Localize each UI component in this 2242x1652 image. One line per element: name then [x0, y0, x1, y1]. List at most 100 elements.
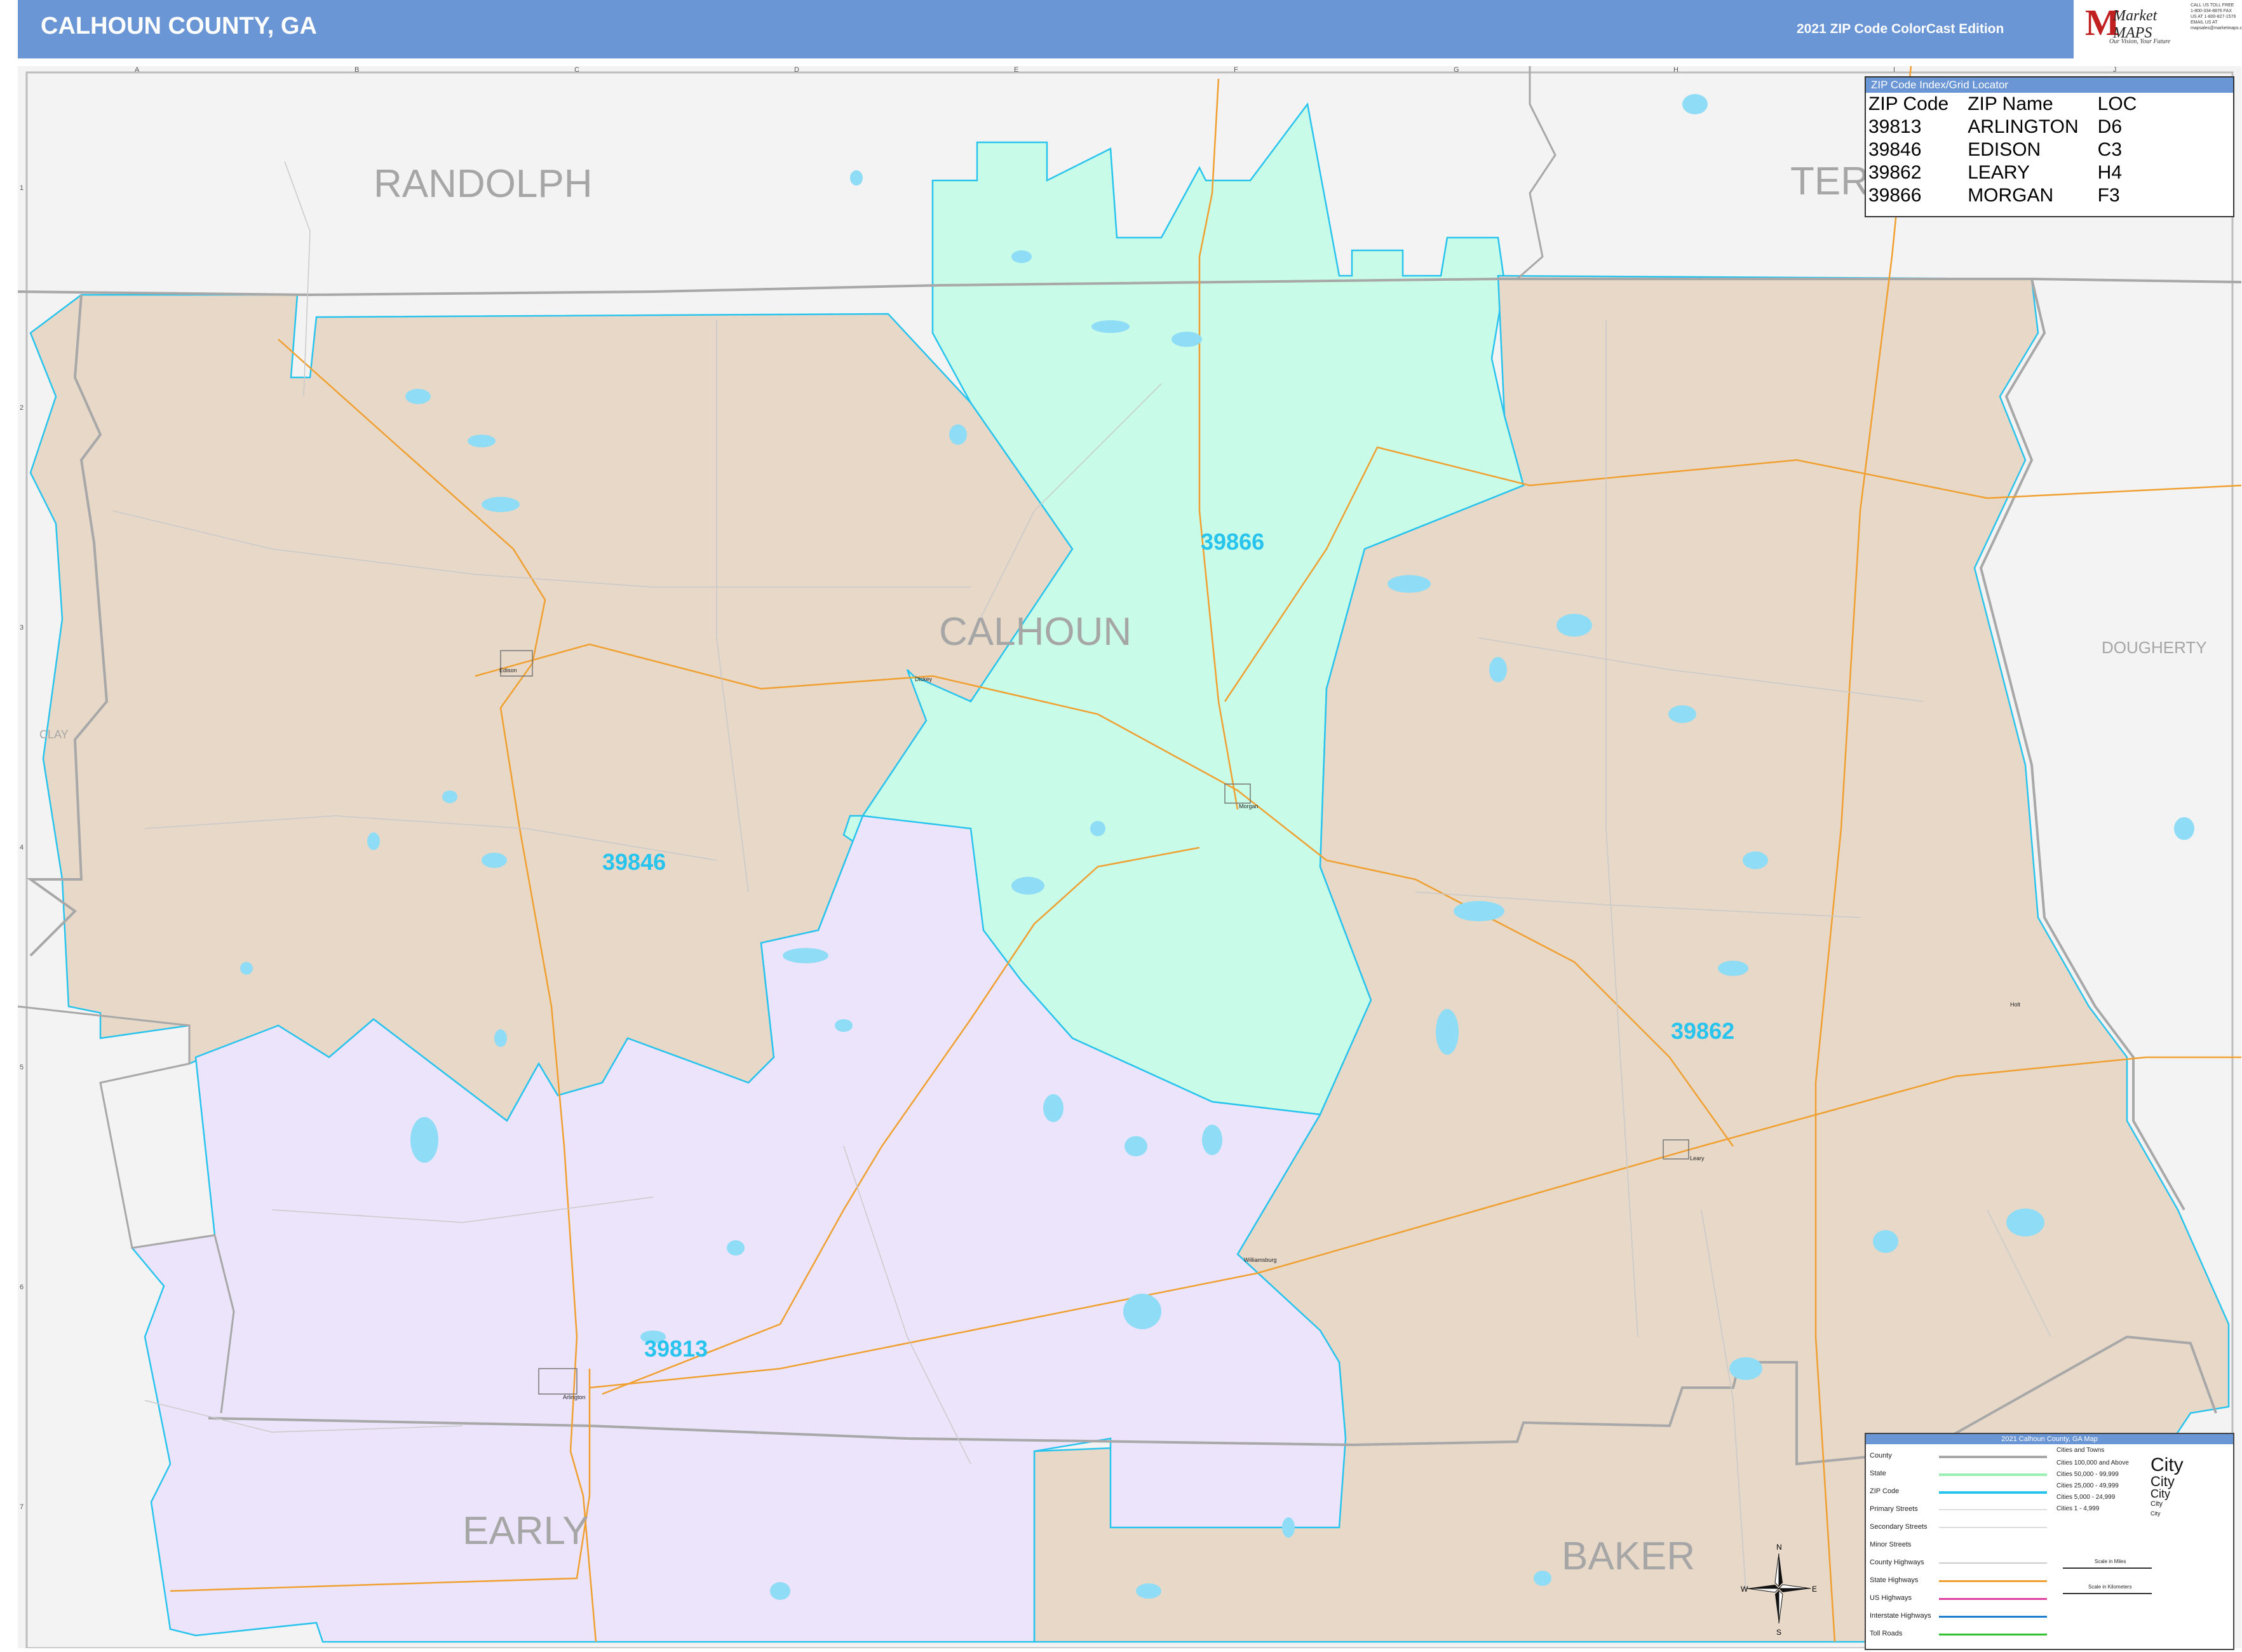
zip-code-cell: 39846	[1868, 139, 1922, 160]
legend-swatch-county-hwy	[1939, 1562, 2047, 1564]
county-label-early: EARLY	[463, 1509, 589, 1553]
table-row[interactable]: 39846 EDISON C3	[1868, 139, 2156, 161]
zip-loc-cell: D6	[2097, 116, 2123, 137]
legend-item-interstate: Interstate Highways	[1870, 1612, 1931, 1620]
grid-row-1: 1	[20, 184, 24, 192]
grid-col-f: F	[1234, 66, 1238, 74]
grid-row-7: 7	[20, 1503, 24, 1511]
legend-swatch-state	[1939, 1473, 2047, 1476]
map-canvas[interactable]: A B C D E F G H I J 1 2 3 4 5 6 7 RANDOL…	[18, 66, 2241, 1648]
legend-item-toll: Toll Roads	[1870, 1630, 1903, 1637]
zip-loc-cell: H4	[2097, 162, 2123, 183]
grid-col-i: I	[1893, 66, 1896, 74]
compass-e: E	[1812, 1585, 1817, 1594]
legend-swatch-secondary	[1939, 1527, 2047, 1528]
legend-item-county: County	[1870, 1452, 1892, 1459]
legend-item-primary: Primary Streets	[1870, 1505, 1918, 1513]
scale-miles-label: Scale in Miles	[2095, 1559, 2126, 1564]
legend-item-us-hwy: US Highways	[1870, 1594, 1912, 1602]
zip-loc-cell: C3	[2097, 139, 2123, 160]
legend-swatch-toll	[1939, 1634, 2047, 1635]
legend-swatch-us-hwy	[1939, 1598, 2047, 1600]
zip-index-table: ZIP Code ZIP Name LOC 39813 ARLINGTON D6…	[1868, 93, 2156, 207]
grid-row-2: 2	[20, 404, 24, 412]
header-bar: CALHOUN COUNTY, GA 2021 ZIP Code ColorCa…	[18, 0, 2074, 58]
zip-name-cell: ARLINGTON	[1968, 116, 2079, 137]
county-label-dougherty: DOUGHERTY	[2102, 638, 2207, 657]
table-row[interactable]: 39813 ARLINGTON D6	[1868, 116, 2156, 139]
legend-title: 2021 Calhoun County, GA Map	[1866, 1434, 2233, 1444]
map-title: CALHOUN COUNTY, GA	[41, 13, 317, 39]
legend-item-county-hwy: County Highways	[1870, 1559, 1924, 1566]
zip-index-header-row: ZIP Code ZIP Name LOC	[1868, 93, 2156, 116]
grid-col-d: D	[794, 66, 799, 74]
county-label-baker: BAKER	[1562, 1534, 1696, 1578]
zip-code-cell: 39862	[1868, 162, 1922, 183]
grid-row-4: 4	[20, 844, 24, 851]
scale-bar-miles	[2063, 1567, 2152, 1569]
legend-item-secondary: Secondary Streets	[1870, 1523, 1928, 1531]
grid-col-a: A	[135, 66, 140, 74]
zip-label-39813[interactable]: 39813	[644, 1336, 708, 1362]
county-label-terrell: TER	[1790, 159, 1869, 203]
grid-row-6: 6	[20, 1283, 24, 1291]
legend-swatch-primary	[1939, 1509, 2047, 1510]
legend-swatch-county	[1939, 1456, 2047, 1458]
compass-s: S	[1776, 1628, 1781, 1636]
zip-label-39862[interactable]: 39862	[1671, 1018, 1734, 1045]
table-row[interactable]: 39862 LEARY H4	[1868, 161, 2156, 184]
county-label-clay: CLAY	[39, 728, 69, 741]
legend-city-range: Cities 1 - 4,999	[2056, 1505, 2100, 1512]
place-label-edison: Edison	[499, 667, 517, 674]
legend-city-range: Cities 25,000 - 49,999	[2056, 1482, 2119, 1489]
place-label-williamsburg: Williamsburg	[1244, 1257, 1277, 1263]
zip-index-header: ZIP Code	[1868, 93, 1949, 114]
legend-swatch-state-hwy	[1939, 1580, 2047, 1582]
zip-index-panel: ZIP Code Index/Grid Locator ZIP Code ZIP…	[1865, 76, 2234, 217]
legend-city-sample: City	[2151, 1454, 2184, 1475]
zip-name-cell: EDISON	[1968, 139, 2041, 160]
place-label-leary: Leary	[1690, 1155, 1705, 1161]
grid-row-5: 5	[20, 1064, 24, 1071]
market-maps-logo[interactable]: M Market MAPS Our Vision, Your Future	[2074, 0, 2188, 57]
grid-col-c: C	[574, 66, 579, 74]
grid-col-g: G	[1454, 66, 1459, 74]
grid-row-3: 3	[20, 624, 24, 632]
zip-index-header: ZIP Name	[1968, 93, 2053, 114]
legend-city-range: Cities 5,000 - 24,999	[2056, 1494, 2116, 1501]
compass-rose: N S E W	[1741, 1541, 1817, 1637]
logo-tagline: Our Vision, Your Future	[2109, 38, 2171, 45]
grid-col-b: B	[355, 66, 360, 74]
zip-index-header: LOC	[2097, 93, 2137, 114]
county-label-randolph: RANDOLPH	[374, 162, 593, 206]
county-label-calhoun: CALHOUN	[939, 610, 1132, 654]
zip-code-cell: 39813	[1868, 116, 1922, 137]
table-row[interactable]: 39866 MORGAN F3	[1868, 184, 2156, 207]
map-svg[interactable]	[18, 66, 2241, 1648]
legend-city-range: Cities 100,000 and Above	[2056, 1459, 2129, 1466]
contact-info: CALL US TOLL FREE 1-800-334-8876 FAX US …	[2191, 3, 2242, 56]
place-label-morgan: Morgan	[1239, 803, 1259, 809]
compass-w: W	[1741, 1585, 1748, 1594]
legend-item-minor: Minor Streets	[1870, 1541, 1912, 1548]
place-label-holt: Holt	[2010, 1001, 2021, 1008]
legend-city-sample: City	[2151, 1510, 2161, 1517]
legend-item-state-hwy: State Highways	[1870, 1576, 1919, 1584]
scale-km-label: Scale in Kilometers	[2088, 1584, 2132, 1590]
logo-text: Market MAPS	[2113, 8, 2158, 41]
zip-label-39866[interactable]: 39866	[1201, 529, 1264, 555]
zip-loc-cell: F3	[2097, 185, 2120, 206]
edition-label: 2021 ZIP Code ColorCast Edition	[1797, 22, 2004, 36]
place-label-arlington: Arlington	[563, 1394, 586, 1400]
legend-swatch-zip	[1939, 1491, 2047, 1494]
grid-col-h: H	[1673, 66, 1678, 74]
legend-cities-header: Cities and Towns	[2056, 1447, 2105, 1454]
grid-col-j: J	[2113, 66, 2117, 74]
zip-name-cell: LEARY	[1968, 162, 2030, 183]
compass-icon: N S E W	[1741, 1543, 1817, 1637]
place-label-dickey: Dickey	[915, 676, 933, 682]
zip-label-39846[interactable]: 39846	[602, 849, 666, 876]
legend-city-sample: City	[2151, 1487, 2170, 1500]
map-legend: 2021 Calhoun County, GA Map County State…	[1865, 1433, 2234, 1650]
zip-name-cell: MORGAN	[1968, 185, 2054, 206]
